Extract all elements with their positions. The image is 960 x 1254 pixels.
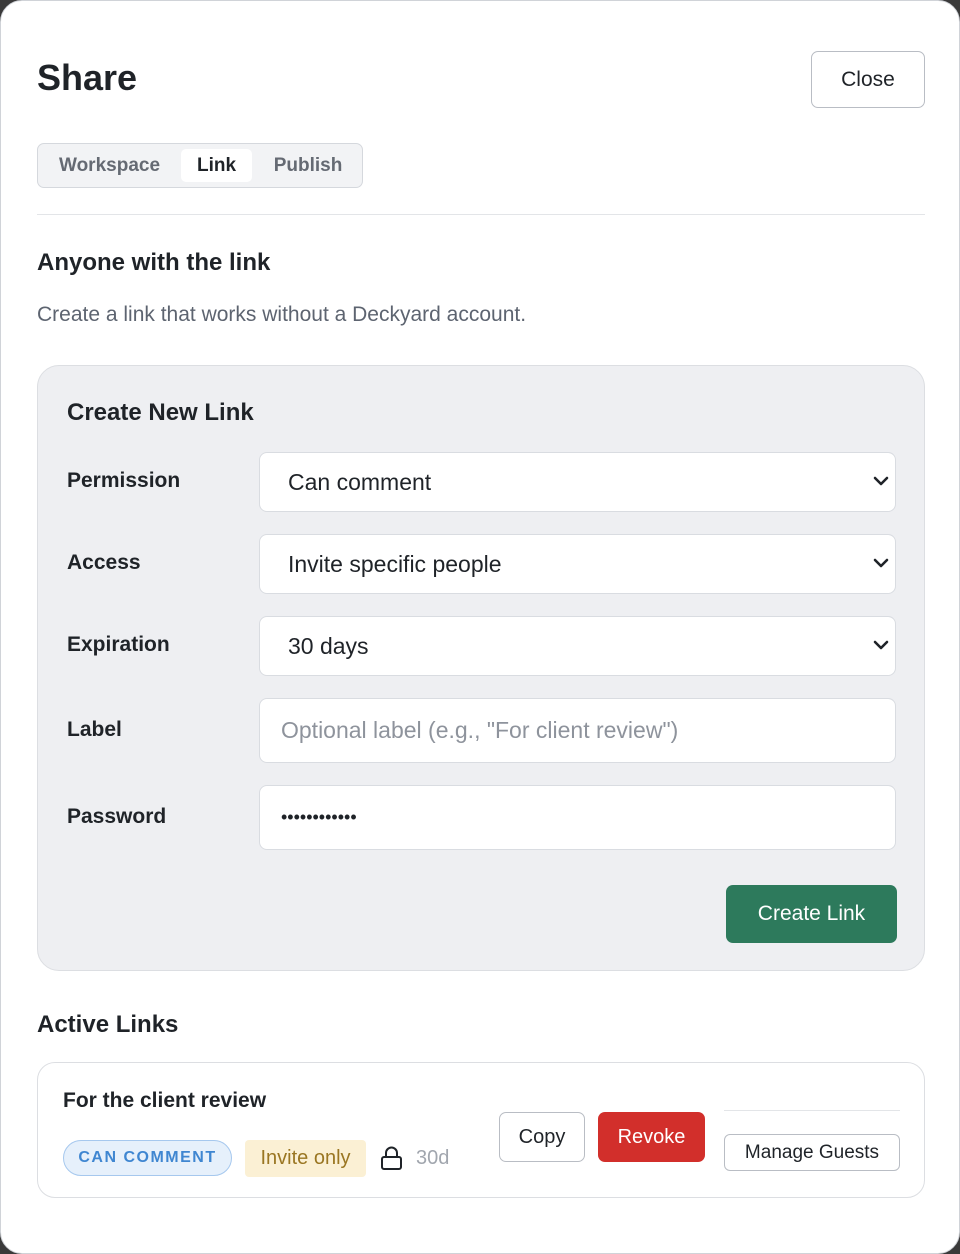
password-label: Password <box>67 805 167 828</box>
share-dialog: Share Close Workspace Link Publish Anyon… <box>0 0 960 1254</box>
label-field-label: Label <box>67 718 122 741</box>
revoke-button[interactable]: Revoke <box>598 1112 705 1162</box>
chevron-down-icon <box>873 640 889 650</box>
divider <box>724 1110 900 1111</box>
access-label: Access <box>67 551 141 574</box>
permission-label: Permission <box>67 469 181 492</box>
access-select[interactable]: Invite specific people <box>259 534 896 594</box>
share-tabs: Workspace Link Publish <box>37 143 363 188</box>
link-name: For the client review <box>63 1089 267 1112</box>
dialog-title: Share <box>37 57 138 98</box>
expiration-select[interactable]: 30 days <box>259 616 896 676</box>
permission-value: Can comment <box>288 469 432 495</box>
active-links-heading: Active Links <box>37 1011 179 1038</box>
manage-guests-button[interactable]: Manage Guests <box>724 1134 900 1171</box>
card-title: Create New Link <box>67 399 254 426</box>
label-placeholder: Optional label (e.g., "For client review… <box>281 717 679 743</box>
divider <box>37 214 925 215</box>
password-value: •••••••••••• <box>281 807 357 827</box>
tab-publish[interactable]: Publish <box>258 149 358 182</box>
permission-badge: CAN COMMENT <box>63 1140 232 1176</box>
chevron-down-icon <box>873 558 889 568</box>
tab-workspace[interactable]: Workspace <box>44 149 175 182</box>
expiry-text: 30d <box>416 1147 450 1169</box>
access-value: Invite specific people <box>288 551 502 577</box>
password-input[interactable]: •••••••••••• <box>259 785 896 850</box>
label-input[interactable]: Optional label (e.g., "For client review… <box>259 698 896 763</box>
copy-button[interactable]: Copy <box>499 1112 585 1162</box>
expiration-value: 30 days <box>288 633 369 659</box>
close-button[interactable]: Close <box>811 51 925 108</box>
permission-select[interactable]: Can comment <box>259 452 896 512</box>
expiration-label: Expiration <box>67 633 170 656</box>
section-heading: Anyone with the link <box>37 249 271 276</box>
create-link-card: Create New Link Permission Can comment A… <box>37 365 925 971</box>
tab-link[interactable]: Link <box>181 149 252 182</box>
access-badge: Invite only <box>245 1140 366 1177</box>
chevron-down-icon <box>873 476 889 486</box>
lock-icon <box>381 1146 402 1170</box>
create-link-button[interactable]: Create Link <box>726 885 897 943</box>
section-description: Create a link that works without a Decky… <box>37 303 527 326</box>
active-link-item: For the client review CAN COMMENT Invite… <box>37 1062 925 1198</box>
